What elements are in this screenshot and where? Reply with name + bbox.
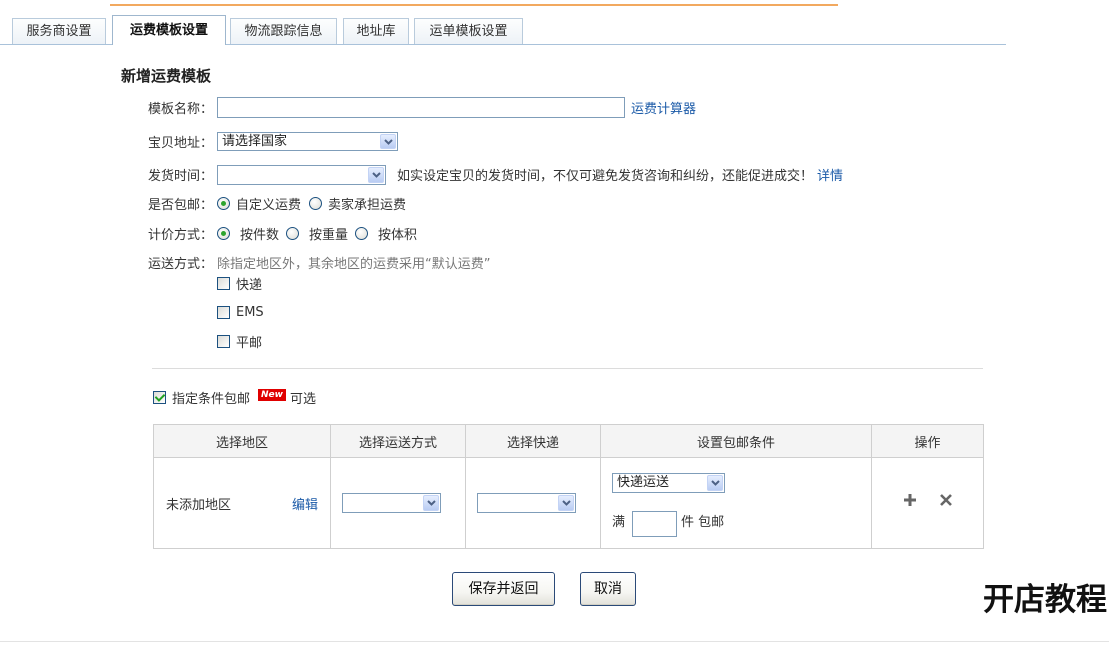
radio-by-volume[interactable] — [355, 227, 369, 240]
chevron-down-icon[interactable] — [380, 134, 396, 149]
conditional-free-shipping-row: 指定条件包邮 New 可选 — [153, 387, 316, 407]
courier-select[interactable] — [477, 493, 576, 513]
column-header-actions: 操作 — [871, 424, 984, 458]
free-shipping-label: 是否包邮： — [148, 198, 214, 213]
column-header-free-shipping-condition: 设置包邮条件 — [600, 424, 872, 458]
pricing-method-label: 计价方式： — [148, 228, 214, 243]
checkbox-ems[interactable] — [217, 305, 230, 319]
save-and-return-button[interactable]: 保存并返回 — [452, 572, 555, 606]
region-cell: 未添加地区 编辑 — [153, 457, 331, 549]
radio-seller-pays-freight[interactable] — [309, 197, 323, 210]
edit-region-link[interactable]: 编辑 — [292, 494, 318, 513]
section-divider — [152, 368, 983, 369]
delivery-method-row: 运送方式： 除指定地区外，其余地区的运费采用“默认运费” — [148, 252, 490, 273]
tab-service-provider-settings[interactable]: 服务商设置 — [12, 18, 106, 44]
tab-logistics-tracking[interactable]: 物流跟踪信息 — [230, 18, 337, 44]
checkbox-surface-mail[interactable] — [217, 334, 230, 348]
ship-time-select[interactable] — [217, 164, 386, 185]
condition-type-select[interactable]: 快递运送 — [612, 473, 725, 493]
ship-time-hint: 如实设定宝贝的发货时间，不仅可避免发货咨询和纠纷，还能促进成交！ — [397, 169, 814, 184]
page-title: 新增运费模板 — [121, 67, 212, 85]
watermark-text: 开店教程 — [983, 582, 1107, 618]
delivery-method-select[interactable] — [342, 493, 441, 513]
checkbox-express-label[interactable]: 快递 — [236, 274, 262, 293]
template-name-label: 模板名称： — [148, 102, 214, 117]
column-header-delivery-method: 选择运送方式 — [330, 424, 466, 458]
delivery-method-hint: 除指定地区外，其余地区的运费采用“默认运费” — [217, 257, 491, 272]
tab-bar: 服务商设置 运费模板设置 物流跟踪信息 地址库 运单模板设置 — [0, 15, 1006, 45]
cancel-button[interactable]: 取消 — [580, 572, 636, 606]
table-row: 未添加地区 编辑 快递运送 满 件 包邮 — [153, 457, 984, 549]
item-location-row: 宝贝地址： 请选择国家 — [148, 131, 398, 152]
pricing-method-row: 计价方式： 按件数 按重量 按体积 — [148, 223, 424, 244]
courier-cell — [465, 457, 601, 549]
conditional-free-shipping-label[interactable]: 指定条件包邮 — [172, 388, 250, 407]
delivery-method-cell — [330, 457, 466, 549]
new-badge: New — [258, 389, 286, 401]
tab-address-book[interactable]: 地址库 — [343, 18, 409, 44]
template-name-row: 模板名称： 运费计算器 — [148, 97, 696, 118]
tab-freight-template-settings[interactable]: 运费模板设置 — [112, 15, 226, 45]
region-value: 未添加地区 — [166, 497, 232, 513]
radio-by-quantity-label[interactable]: 按件数 — [240, 224, 279, 243]
conditional-shipping-table: 选择地区 选择运送方式 选择快递 设置包邮条件 操作 未添加地区 编辑 快递运送… — [153, 424, 984, 549]
close-icon[interactable] — [938, 492, 954, 508]
top-accent-line — [110, 4, 838, 6]
delivery-option-surface-mail: 平邮 — [217, 331, 262, 351]
checkbox-surface-mail-label[interactable]: 平邮 — [236, 332, 262, 351]
freight-template-page: 服务商设置 运费模板设置 物流跟踪信息 地址库 运单模板设置 新增运费模板 模板… — [0, 0, 1109, 646]
condition-cell: 快递运送 满 件 包邮 — [600, 457, 872, 549]
checkbox-ems-label[interactable]: EMS — [236, 305, 264, 320]
country-select-value: 请选择国家 — [222, 134, 288, 149]
chevron-down-icon[interactable] — [368, 166, 384, 183]
column-header-region: 选择地区 — [153, 424, 331, 458]
radio-by-weight[interactable] — [286, 227, 300, 240]
checkbox-conditional-free-shipping[interactable] — [153, 390, 166, 404]
condition-type-value: 快递运送 — [617, 475, 670, 490]
chevron-down-icon[interactable] — [423, 495, 439, 511]
radio-by-weight-label[interactable]: 按重量 — [309, 224, 348, 243]
actions-cell — [871, 457, 984, 549]
radio-custom-freight-label[interactable]: 自定义运费 — [236, 194, 301, 213]
radio-by-quantity[interactable] — [217, 227, 230, 240]
chevron-down-icon[interactable] — [558, 495, 574, 511]
freight-calculator-link[interactable]: 运费计算器 — [631, 98, 696, 117]
details-link[interactable]: 详情 — [817, 165, 843, 184]
country-select[interactable]: 请选择国家 — [217, 132, 398, 151]
quantity-prefix: 满 — [612, 515, 626, 530]
checkbox-express[interactable] — [217, 276, 230, 290]
delivery-method-label: 运送方式： — [148, 257, 214, 272]
radio-seller-pays-freight-label[interactable]: 卖家承担运费 — [328, 194, 406, 213]
quantity-suffix: 件 包邮 — [681, 515, 725, 530]
free-shipping-row: 是否包邮： 自定义运费 卖家承担运费 — [148, 193, 414, 214]
radio-by-volume-label[interactable]: 按体积 — [378, 224, 417, 243]
template-name-input[interactable] — [217, 97, 625, 118]
column-header-courier: 选择快递 — [465, 424, 601, 458]
bottom-divider — [0, 641, 1109, 642]
delivery-option-ems: EMS — [217, 302, 264, 322]
plus-icon[interactable] — [902, 492, 918, 508]
ship-time-row: 发货时间： 如实设定宝贝的发货时间，不仅可避免发货咨询和纠纷，还能促进成交！ 详… — [148, 164, 843, 185]
tab-waybill-template-settings[interactable]: 运单模板设置 — [414, 18, 523, 44]
radio-custom-freight[interactable] — [217, 197, 230, 210]
item-location-label: 宝贝地址： — [148, 136, 214, 151]
optional-note: 可选 — [289, 391, 316, 407]
delivery-option-express: 快递 — [217, 273, 262, 293]
table-header-row: 选择地区 选择运送方式 选择快递 设置包邮条件 操作 — [153, 424, 984, 458]
chevron-down-icon[interactable] — [707, 475, 723, 491]
ship-time-label: 发货时间： — [148, 169, 214, 184]
quantity-input[interactable] — [632, 511, 677, 537]
